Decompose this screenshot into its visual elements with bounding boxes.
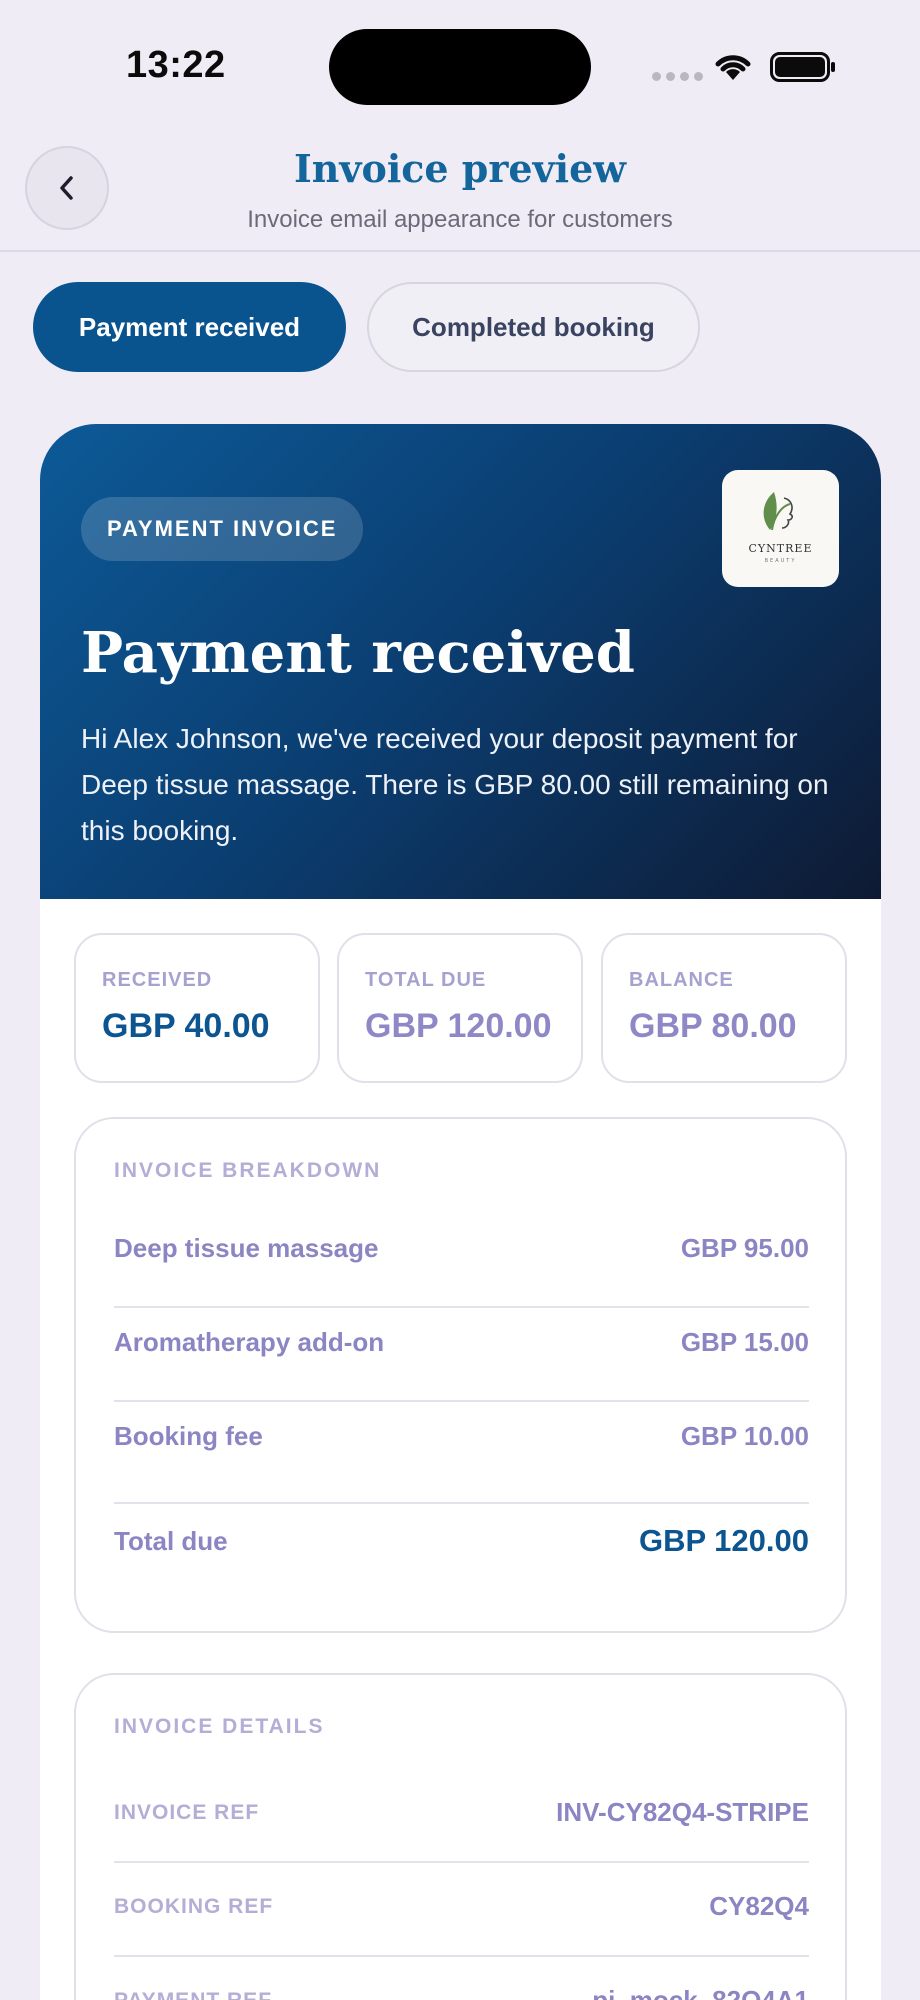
invoice-title: Payment received [81,620,635,686]
line-item-label: Deep tissue massage [114,1233,379,1263]
stat-balance: BALANCE GBP 80.00 [601,933,847,1083]
wifi-icon [715,55,751,80]
stat-received: RECEIVED GBP 40.00 [74,933,320,1083]
logo-text: CYNTREE [748,542,813,555]
detail-row: BOOKING REF CY82Q4 [114,1891,809,1922]
invoice-message: Hi Alex Johnson, we've received your dep… [81,723,829,846]
line-item-amount: GBP 15.00 [680,1327,809,1357]
line-item-amount: GBP 95.00 [680,1233,809,1263]
divider [114,1400,809,1402]
divider [114,1502,809,1504]
header: Invoice preview Invoice email appearance… [0,120,920,252]
stat-total-due: TOTAL DUE GBP 120.00 [337,933,583,1083]
breakdown-total-row: Total due GBP 120.00 [114,1523,809,1559]
stat-label: RECEIVED [102,969,213,991]
invoice-details-panel: INVOICE DETAILS INVOICE REF INV-CY82Q4-S… [74,1673,847,2000]
page-title: Invoice preview [294,146,626,191]
breakdown-heading: INVOICE BREAKDOWN [114,1159,382,1182]
stat-label: BALANCE [629,969,734,991]
stat-value: GBP 80.00 [629,1007,797,1045]
breakdown-row: Booking fee GBP 10.00 [114,1421,809,1452]
battery-icon [770,52,835,82]
logo-subtext: BEAUTY [764,558,797,564]
leaf-face-logo-icon [763,492,793,531]
invoice-breakdown-panel: INVOICE BREAKDOWN Deep tissue massage GB… [74,1117,847,1633]
brand-logo: CYNTREE BEAUTY [722,470,839,587]
detail-value: CY82Q4 [709,1891,809,1921]
line-item-amount: GBP 10.00 [680,1421,809,1451]
total-label: Total due [114,1525,228,1556]
line-item-label: Aromatherapy add-on [114,1327,385,1357]
status-bar: 13:22 [0,0,920,120]
divider [114,1861,809,1863]
invoice-hero: PAYMENT INVOICE CYNTREE BEAUTY Payment r… [40,424,881,899]
dynamic-island [329,29,591,105]
detail-label: INVOICE REF [114,1800,260,1824]
stat-value: GBP 40.00 [102,1007,270,1045]
breakdown-row: Aromatherapy add-on GBP 15.00 [114,1327,809,1358]
divider [114,1306,809,1308]
cellular-signal-icon [652,72,703,81]
detail-value: pi_mock_82Q4A1 [592,1985,809,2000]
total-amount: GBP 120.00 [638,1523,809,1558]
detail-value: INV-CY82Q4-STRIPE [556,1797,809,1827]
breakdown-row: Deep tissue massage GBP 95.00 [114,1233,809,1264]
invoice-type-badge: PAYMENT INVOICE [81,497,364,561]
stat-value: GBP 120.00 [365,1007,552,1045]
detail-row: INVOICE REF INV-CY82Q4-STRIPE [114,1797,809,1828]
divider [114,1955,809,1957]
line-item-label: Booking fee [114,1421,263,1451]
details-heading: INVOICE DETAILS [114,1715,325,1738]
status-time: 13:22 [126,44,226,86]
detail-label: BOOKING REF [114,1894,274,1918]
tab-payment-received[interactable]: Payment received [33,282,346,372]
page-subtitle: Invoice email appearance for customers [247,206,673,233]
detail-row: PAYMENT REF pi_mock_82Q4A1 [114,1985,809,2000]
tab-completed-booking[interactable]: Completed booking [367,282,700,372]
detail-label: PAYMENT REF [114,1988,273,2000]
stat-label: TOTAL DUE [365,969,487,991]
invoice-email-preview: PAYMENT INVOICE CYNTREE BEAUTY Payment r… [40,424,881,2000]
